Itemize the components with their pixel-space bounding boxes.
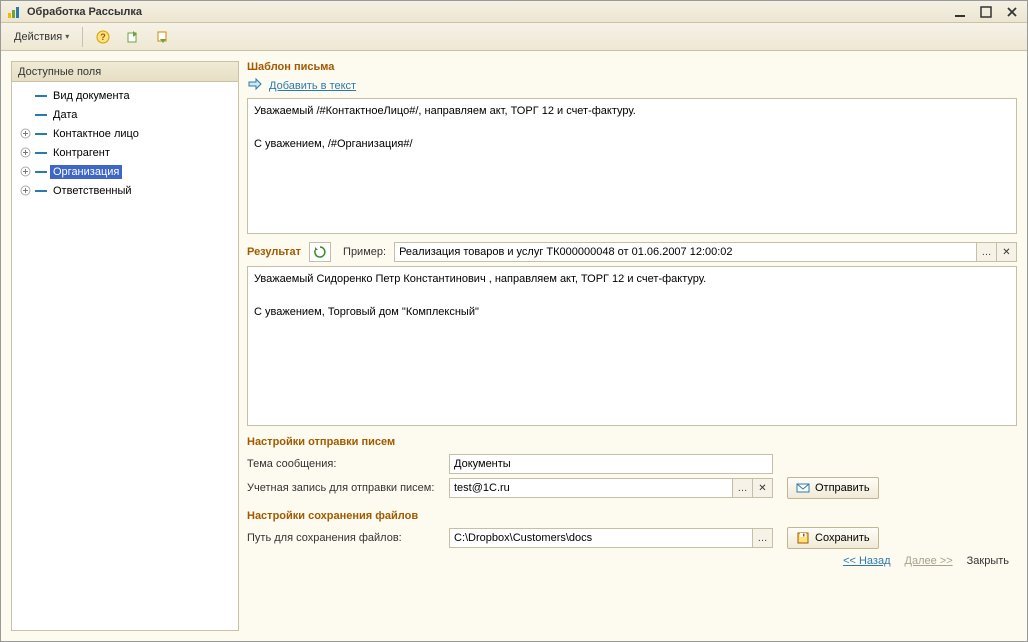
app-icon — [7, 5, 21, 19]
result-section-title: Результат — [247, 246, 301, 258]
refresh-icon — [313, 245, 327, 259]
result-textarea[interactable]: Уважаемый Сидоренко Петр Константинович … — [247, 266, 1017, 426]
example-clear-button[interactable]: ✕ — [996, 243, 1016, 261]
path-select-button[interactable]: … — [752, 529, 772, 547]
example-input-wrap: … ✕ — [394, 242, 1017, 262]
tree-item-label: Контактное лицо — [50, 127, 142, 141]
right-column: Шаблон письма Добавить в текст Уважаемый… — [247, 61, 1017, 631]
tree-item-contact[interactable]: Контактное лицо — [12, 124, 238, 143]
field-icon — [34, 188, 48, 194]
tree-item-label: Вид документа — [50, 89, 133, 103]
field-icon — [34, 112, 48, 118]
close-link[interactable]: Закрыть — [967, 555, 1009, 567]
example-select-button[interactable]: … — [976, 243, 996, 261]
fields-tree[interactable]: ⊕ Вид документа ⊕ Дата — [12, 82, 238, 630]
account-select-button[interactable]: … — [732, 479, 752, 497]
example-label: Пример: — [343, 246, 386, 258]
tree-item-doc-type[interactable]: ⊕ Вид документа — [12, 86, 238, 105]
subject-row: Тема сообщения: — [247, 452, 1017, 476]
field-icon — [34, 93, 48, 99]
toolbar-divider — [82, 27, 83, 47]
fields-panel: Доступные поля ⊕ Вид документа ⊕ Дата — [11, 61, 239, 631]
fields-panel-header: Доступные поля — [12, 62, 238, 82]
account-label: Учетная запись для отправки писем: — [247, 482, 443, 494]
account-input-wrap: … ✕ — [449, 478, 773, 498]
save-settings-block: Настройки сохранения файлов Путь для сох… — [247, 510, 1017, 550]
subject-input[interactable] — [449, 454, 773, 474]
caret-down-icon: ▾ — [65, 32, 69, 41]
actions-menu-button[interactable]: Действия ▾ — [7, 26, 76, 48]
back-link[interactable]: << Назад — [843, 555, 890, 567]
add-to-text-link[interactable]: Добавить в текст — [269, 80, 356, 92]
account-clear-button[interactable]: ✕ — [752, 479, 772, 497]
actions-menu-label: Действия — [14, 31, 62, 43]
tree-expander[interactable] — [18, 127, 32, 141]
save-button-label: Сохранить — [815, 532, 870, 544]
example-input[interactable] — [395, 246, 976, 258]
arrow-right-icon — [247, 77, 263, 94]
help-icon: ? — [96, 30, 110, 44]
account-input[interactable] — [450, 482, 732, 494]
send-settings-title: Настройки отправки писем — [247, 436, 1017, 448]
template-textarea[interactable]: Уважаемый /#КонтактноеЛицо#/, направляем… — [247, 98, 1017, 234]
save-settings-title: Настройки сохранения файлов — [247, 510, 1017, 522]
account-row: Учетная запись для отправки писем: … ✕ О… — [247, 476, 1017, 500]
toolbar-icon-2[interactable] — [149, 26, 177, 48]
svg-text:?: ? — [100, 32, 106, 42]
tree-item-responsible[interactable]: Ответственный — [12, 181, 238, 200]
tree-expander[interactable] — [18, 184, 32, 198]
next-link: Далее >> — [905, 555, 953, 567]
help-button[interactable]: ? — [89, 26, 117, 48]
minimize-button[interactable] — [951, 5, 969, 19]
refresh-button[interactable] — [309, 242, 331, 262]
field-icon — [34, 131, 48, 137]
send-settings-block: Настройки отправки писем Тема сообщения:… — [247, 436, 1017, 500]
send-icon — [796, 481, 810, 495]
tree-expander[interactable] — [18, 165, 32, 179]
path-row: Путь для сохранения файлов: … Сохранить — [247, 526, 1017, 550]
app-window: Обработка Рассылка Действия ▾ ? — [0, 0, 1028, 642]
tree-item-label: Ответственный — [50, 184, 135, 198]
doc-down-icon — [156, 30, 170, 44]
send-button[interactable]: Отправить — [787, 477, 879, 499]
toolbar-icon-1[interactable] — [119, 26, 147, 48]
maximize-button[interactable] — [977, 5, 995, 19]
tree-item-label: Организация — [50, 165, 122, 179]
wizard-footer: << Назад Далее >> Закрыть — [247, 550, 1017, 572]
path-input[interactable] — [450, 532, 752, 544]
path-label: Путь для сохранения файлов: — [247, 532, 443, 544]
subject-label: Тема сообщения: — [247, 458, 443, 470]
content-area: Доступные поля ⊕ Вид документа ⊕ Дата — [1, 51, 1027, 641]
template-section-title: Шаблон письма — [247, 61, 1017, 73]
path-input-wrap: … — [449, 528, 773, 548]
add-to-text-row: Добавить в текст — [247, 77, 1017, 94]
window-title: Обработка Рассылка — [27, 6, 951, 18]
tree-item-counterparty[interactable]: Контрагент — [12, 143, 238, 162]
field-icon — [34, 169, 48, 175]
tree-item-label: Контрагент — [50, 146, 113, 160]
save-icon — [796, 531, 810, 545]
toolbar: Действия ▾ ? — [1, 23, 1027, 51]
close-button[interactable] — [1003, 5, 1021, 19]
titlebar: Обработка Рассылка — [1, 1, 1027, 23]
tree-expander[interactable] — [18, 146, 32, 160]
field-icon — [34, 150, 48, 156]
tree-item-label: Дата — [50, 108, 80, 122]
doc-arrow-icon — [126, 30, 140, 44]
send-button-label: Отправить — [815, 482, 870, 494]
save-button[interactable]: Сохранить — [787, 527, 879, 549]
result-header-row: Результат Пример: … ✕ — [247, 242, 1017, 262]
tree-item-date[interactable]: ⊕ Дата — [12, 105, 238, 124]
tree-item-organization[interactable]: Организация — [12, 162, 238, 181]
